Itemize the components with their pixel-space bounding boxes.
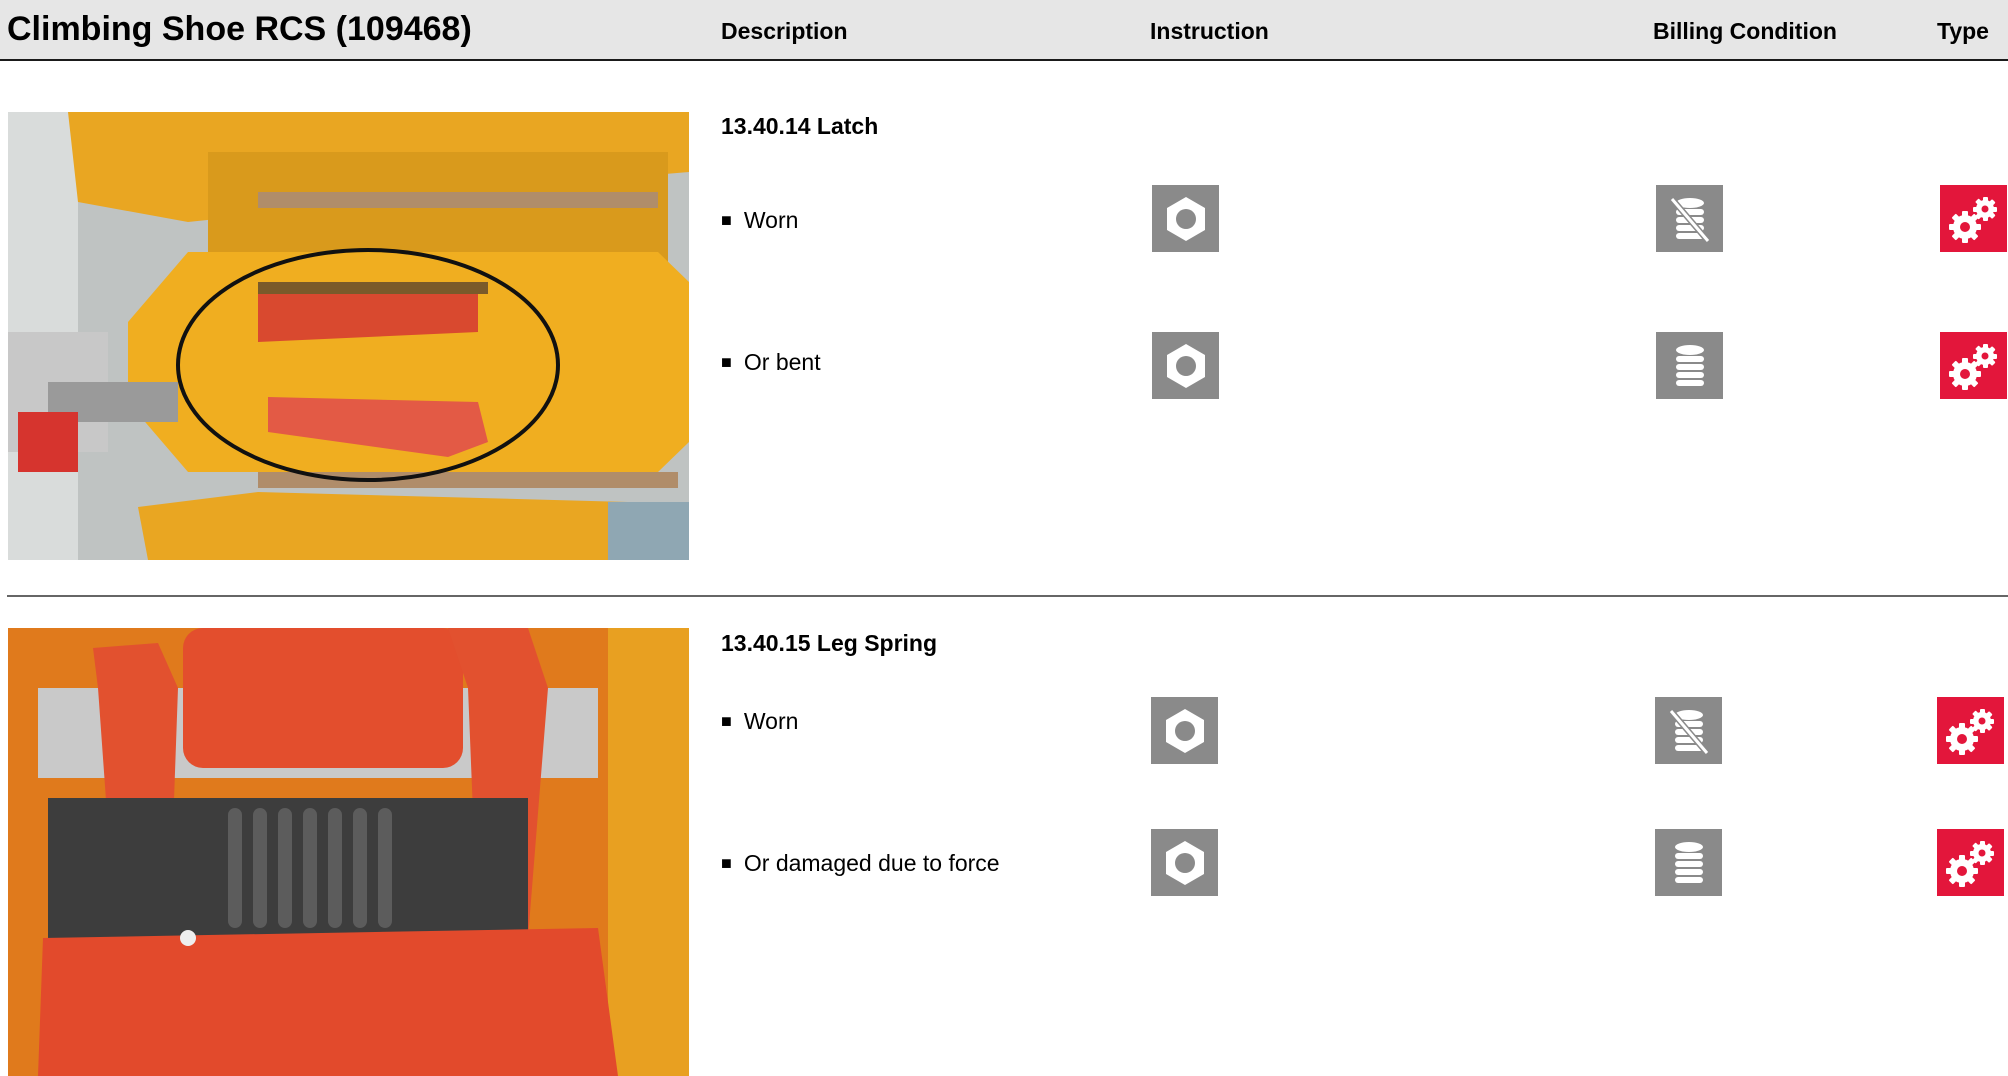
gears-icon — [1940, 332, 2007, 399]
condition-row-text: ■ Or bent — [721, 349, 821, 376]
column-header-description: Description — [721, 18, 848, 44]
gears-icon — [1937, 697, 2004, 764]
condition-label: Worn — [743, 708, 799, 734]
nut-icon — [1152, 332, 1219, 399]
coins-crossed-out-icon — [1655, 697, 1722, 764]
coins-icon — [1656, 332, 1723, 399]
nut-icon — [1151, 829, 1218, 896]
column-header-instruction: Instruction — [1150, 18, 1269, 44]
gears-icon — [1940, 185, 2007, 252]
bullet-icon: ■ — [721, 853, 732, 873]
section-title-latch: 13.40.14 Latch — [721, 113, 879, 139]
column-header-billing-condition: Billing Condition — [1653, 18, 1837, 44]
page-title: Climbing Shoe RCS (109468) — [7, 10, 472, 48]
bullet-icon: ■ — [721, 352, 732, 372]
table-header: Climbing Shoe RCS (109468) Description I… — [0, 0, 2008, 61]
coins-icon — [1655, 829, 1722, 896]
section-title-leg-spring: 13.40.15 Leg Spring — [721, 630, 938, 656]
column-header-type: Type — [1937, 18, 1989, 44]
condition-label: Or bent — [743, 349, 821, 375]
condition-row-text: ■ Worn — [721, 708, 798, 735]
nut-icon — [1152, 185, 1219, 252]
leg-spring-photo — [8, 628, 689, 1076]
condition-label: Worn — [743, 207, 799, 233]
section-divider — [7, 595, 2008, 597]
bullet-icon: ■ — [721, 711, 732, 731]
bullet-icon: ■ — [721, 210, 732, 230]
coins-crossed-out-icon — [1656, 185, 1723, 252]
condition-row-text: ■ Or damaged due to force — [721, 850, 1000, 877]
nut-icon — [1151, 697, 1218, 764]
gears-icon — [1937, 829, 2004, 896]
latch-photo — [8, 112, 689, 560]
condition-row-text: ■ Worn — [721, 207, 798, 234]
condition-label: Or damaged due to force — [743, 850, 1000, 876]
